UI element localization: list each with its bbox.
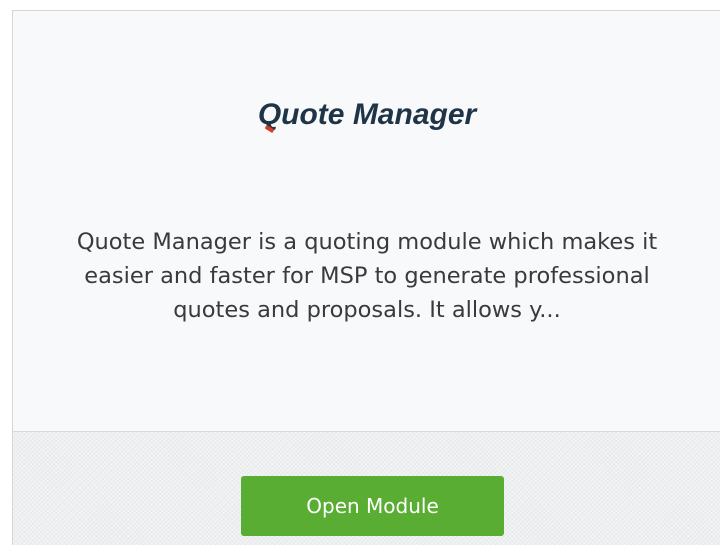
module-description: Quote Manager is a quoting module which … xyxy=(76,229,658,323)
screen: Quote Manager Quote Manager is a quoting… xyxy=(0,0,720,545)
logo-rest: uote Manager xyxy=(281,98,477,131)
open-module-button[interactable]: Open Module xyxy=(241,476,504,536)
module-card: Quote Manager Quote Manager is a quoting… xyxy=(12,10,720,545)
quote-manager-logo: Quote Manager xyxy=(13,97,720,133)
card-footer: Open Module xyxy=(13,432,720,545)
card-body: Quote Manager Quote Manager is a quoting… xyxy=(13,11,720,432)
logo-first-letter: Q xyxy=(257,98,282,131)
